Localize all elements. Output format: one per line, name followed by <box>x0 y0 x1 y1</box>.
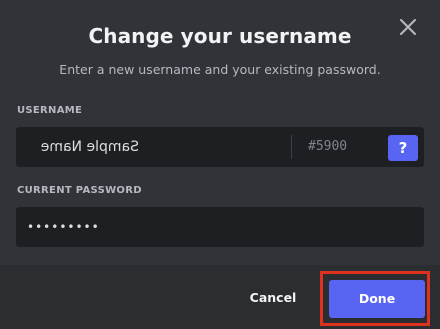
password-label: CURRENT PASSWORD <box>17 185 142 196</box>
username-input[interactable]: Sample Name <box>41 127 139 167</box>
dialog-subtitle: Enter a new username and your existing p… <box>59 62 381 77</box>
change-username-dialog: Change your username Enter a new usernam… <box>0 0 440 329</box>
dialog-footer: Cancel Done <box>0 265 440 329</box>
cancel-button[interactable]: Cancel <box>240 284 306 312</box>
done-button[interactable]: Done <box>329 280 425 318</box>
dialog-title: Change your username <box>88 24 352 48</box>
field-divider <box>291 135 292 159</box>
password-input[interactable]: ••••••••• <box>27 207 100 247</box>
password-field[interactable]: ••••••••• <box>16 207 424 247</box>
username-label: USERNAME <box>17 105 83 116</box>
username-field[interactable]: Sample Name #5900 ? <box>16 127 424 167</box>
help-button[interactable]: ? <box>388 135 418 161</box>
discriminator-value: #5900 <box>308 139 348 154</box>
